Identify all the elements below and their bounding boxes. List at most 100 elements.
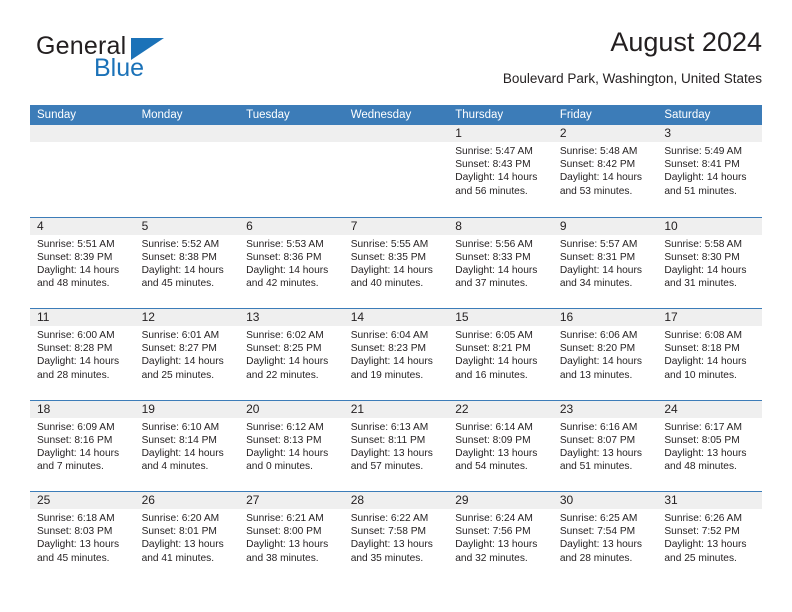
day-details: Sunrise: 5:53 AM Sunset: 8:36 PM Daylight:… — [239, 235, 344, 291]
day-number: 30 — [552, 492, 658, 509]
daylight-text: Daylight: 13 hours and 28 minutes. — [559, 539, 642, 564]
daylight-text: Daylight: 13 hours and 57 minutes. — [350, 447, 433, 473]
calendar-day-cell[interactable]: 12 Sunrise: 6:01 AM Sunset: 8:27 PM Dayligh… — [134, 309, 240, 400]
sunset-text: Sunset: 8:16 PM — [37, 434, 113, 446]
calendar-day-cell[interactable]: 4 Sunrise: 5:51 AM Sunset: 8:39 PM Daylight… — [30, 217, 135, 308]
day-number: 31 — [657, 492, 762, 509]
sunset-text: Sunset: 8:36 PM — [246, 251, 322, 263]
day-number: 8 — [448, 217, 553, 235]
sunrise-text: Sunrise: 6:09 AM — [37, 421, 115, 433]
calendar-day-cell[interactable]: 26 Sunrise: 6:20 AM Sunset: 8:01 PM Dayligh… — [134, 492, 240, 583]
day-details: Sunrise: 5:52 AM Sunset: 8:38 PM Daylight:… — [135, 235, 240, 291]
sunset-text: Sunset: 8:07 PM — [559, 434, 636, 446]
calendar-day-cell[interactable]: 11 Sunrise: 6:00 AM Sunset: 8:28 PM Dayligh… — [30, 309, 135, 400]
calendar-day-cell-empty — [239, 125, 344, 217]
day-number — [239, 125, 344, 142]
calendar-day-cell[interactable]: 14 Sunrise: 6:04 AM Sunset: 8:23 PM Dayligh… — [343, 309, 449, 400]
calendar-day-cell[interactable]: 7 Sunrise: 5:55 AM Sunset: 8:35 PM Daylight… — [343, 217, 449, 308]
sunset-text: Sunset: 8:33 PM — [455, 251, 531, 263]
sunrise-text: Sunrise: 6:08 AM — [664, 330, 742, 341]
day-details: Sunrise: 5:47 AM Sunset: 8:43 PM Daylight:… — [448, 142, 553, 198]
day-number: 17 — [657, 309, 762, 326]
day-number: 28 — [343, 492, 449, 509]
calendar-day-cell[interactable]: 28 Sunrise: 6:22 AM Sunset: 7:58 PM Dayligh… — [343, 492, 449, 583]
sunset-text: Sunset: 8:03 PM — [37, 526, 113, 538]
day-details: Sunrise: 5:56 AM Sunset: 8:33 PM Daylight:… — [448, 235, 553, 291]
sunrise-text: Sunrise: 6:01 AM — [141, 330, 220, 341]
calendar-day-cell-empty — [343, 125, 449, 217]
calendar-day-cell[interactable]: 9 Sunrise: 5:57 AM Sunset: 8:31 PM Daylight… — [552, 217, 658, 308]
day-details: Sunrise: 6:21 AM Sunset: 8:00 PM Daylight:… — [239, 509, 344, 565]
daylight-text: Daylight: 14 hours and 13 minutes. — [559, 356, 642, 381]
calendar-day-cell[interactable]: 16 Sunrise: 6:06 AM Sunset: 8:20 PM Dayligh… — [552, 309, 658, 400]
day-details: Sunrise: 6:14 AM Sunset: 8:09 PM Daylight:… — [448, 418, 553, 474]
day-number — [343, 125, 449, 142]
sunset-text: Sunset: 8:38 PM — [141, 251, 217, 263]
calendar-day-cell[interactable]: 2 Sunrise: 5:48 AM Sunset: 8:42 PM Daylight… — [552, 125, 658, 217]
calendar-page: General Blue August 2024 Boulevard Park,… — [0, 0, 792, 612]
sunrise-text: Sunrise: 5:51 AM — [37, 238, 115, 250]
sunset-text: Sunset: 8:27 PM — [141, 343, 217, 355]
calendar-weeks: 1 Sunrise: 5:47 AM Sunset: 8:43 PM Daylight… — [30, 125, 762, 583]
day-number: 7 — [343, 217, 449, 235]
day-details: Sunrise: 6:17 AM Sunset: 8:05 PM Daylight:… — [657, 418, 762, 474]
day-number: 26 — [134, 492, 240, 509]
daylight-text: Daylight: 13 hours and 48 minutes. — [664, 447, 747, 473]
calendar-day-cell[interactable]: 3 Sunrise: 5:49 AM Sunset: 8:41 PM Daylight… — [657, 125, 762, 217]
calendar-day-cell[interactable]: 13 Sunrise: 6:02 AM Sunset: 8:25 PM Dayligh… — [239, 309, 344, 400]
calendar-day-cell[interactable]: 6 Sunrise: 5:53 AM Sunset: 8:36 PM Daylight… — [239, 217, 344, 308]
daylight-text: Daylight: 14 hours and 25 minutes. — [141, 356, 224, 381]
calendar-day-cell[interactable]: 29 Sunrise: 6:24 AM Sunset: 7:56 PM Dayligh… — [448, 492, 553, 583]
calendar-day-cell[interactable]: 24 Sunrise: 6:17 AM Sunset: 8:05 PM Dayligh… — [657, 400, 762, 491]
day-number: 29 — [448, 492, 553, 509]
daylight-text: Daylight: 14 hours and 37 minutes. — [455, 264, 538, 290]
weekday-header-monday: Monday — [141, 109, 183, 121]
day-number — [30, 125, 135, 142]
calendar-week-row: 25 Sunrise: 6:18 AM Sunset: 8:03 PM Dayligh… — [30, 491, 762, 583]
sunrise-text: Sunrise: 6:22 AM — [350, 513, 429, 524]
calendar-day-cell[interactable]: 1 Sunrise: 5:47 AM Sunset: 8:43 PM Daylight… — [448, 125, 553, 217]
sunset-text: Sunset: 7:52 PM — [664, 526, 740, 538]
daylight-text: Daylight: 13 hours and 54 minutes. — [455, 447, 538, 473]
day-number: 24 — [657, 400, 762, 418]
calendar-day-cell[interactable]: 20 Sunrise: 6:12 AM Sunset: 8:13 PM Dayligh… — [239, 400, 344, 491]
day-number: 13 — [239, 309, 344, 326]
sunrise-text: Sunrise: 5:56 AM — [455, 238, 533, 250]
day-number: 1 — [448, 125, 553, 142]
weekday-header-thursday: Thursday — [455, 109, 504, 121]
sunrise-text: Sunrise: 5:49 AM — [664, 146, 742, 157]
sunset-text: Sunset: 8:21 PM — [455, 343, 531, 355]
day-number: 10 — [657, 217, 762, 235]
day-details: Sunrise: 6:18 AM Sunset: 8:03 PM Daylight:… — [30, 509, 135, 565]
daylight-text: Daylight: 14 hours and 31 minutes. — [664, 264, 747, 290]
general-blue-logo[interactable]: General Blue — [36, 32, 216, 84]
day-number: 18 — [30, 400, 135, 418]
calendar-day-cell[interactable]: 18 Sunrise: 6:09 AM Sunset: 8:16 PM Dayligh… — [30, 400, 135, 491]
day-details: Sunrise: 6:05 AM Sunset: 8:21 PM Daylight:… — [448, 326, 553, 382]
calendar-day-cell[interactable]: 17 Sunrise: 6:08 AM Sunset: 8:18 PM Dayligh… — [657, 309, 762, 400]
day-details: Sunrise: 6:00 AM Sunset: 8:28 PM Daylight:… — [30, 326, 135, 382]
weekday-header-saturday: Saturday — [664, 109, 711, 121]
daylight-text: Daylight: 14 hours and 7 minutes. — [37, 447, 120, 473]
sunrise-text: Sunrise: 6:24 AM — [455, 513, 533, 524]
day-number: 14 — [343, 309, 449, 326]
day-number: 9 — [552, 217, 658, 235]
calendar-day-cell[interactable]: 8 Sunrise: 5:56 AM Sunset: 8:33 PM Daylight… — [448, 217, 553, 308]
calendar-grid: Sunday Monday Tuesday Wednesday Thursday… — [30, 105, 762, 583]
calendar-day-cell[interactable]: 5 Sunrise: 5:52 AM Sunset: 8:38 PM Daylight… — [134, 217, 240, 308]
day-number: 2 — [552, 125, 658, 142]
calendar-day-cell[interactable]: 15 Sunrise: 6:05 AM Sunset: 8:21 PM Dayligh… — [448, 309, 553, 400]
calendar-day-cell[interactable]: 30 Sunrise: 6:25 AM Sunset: 7:54 PM Dayligh… — [552, 492, 658, 583]
daylight-text: Daylight: 14 hours and 22 minutes. — [246, 356, 329, 381]
sunset-text: Sunset: 8:20 PM — [559, 343, 636, 355]
calendar-day-cell[interactable]: 19 Sunrise: 6:10 AM Sunset: 8:14 PM Dayligh… — [134, 400, 240, 491]
calendar-day-cell[interactable]: 10 Sunrise: 5:58 AM Sunset: 8:30 PM Dayligh… — [657, 217, 762, 308]
calendar-day-cell[interactable]: 31 Sunrise: 6:26 AM Sunset: 7:52 PM Dayligh… — [657, 492, 762, 583]
calendar-day-cell[interactable]: 27 Sunrise: 6:21 AM Sunset: 8:00 PM Dayligh… — [239, 492, 344, 583]
calendar-day-cell[interactable]: 23 Sunrise: 6:16 AM Sunset: 8:07 PM Dayligh… — [552, 400, 658, 491]
calendar-day-cell[interactable]: 25 Sunrise: 6:18 AM Sunset: 8:03 PM Dayligh… — [30, 492, 135, 583]
calendar-day-cell[interactable]: 22 Sunrise: 6:14 AM Sunset: 8:09 PM Dayligh… — [448, 400, 553, 491]
weekday-header-tuesday: Tuesday — [246, 109, 290, 121]
calendar-day-cell[interactable]: 21 Sunrise: 6:13 AM Sunset: 8:11 PM Dayligh… — [343, 400, 449, 491]
sunset-text: Sunset: 8:31 PM — [559, 251, 636, 263]
